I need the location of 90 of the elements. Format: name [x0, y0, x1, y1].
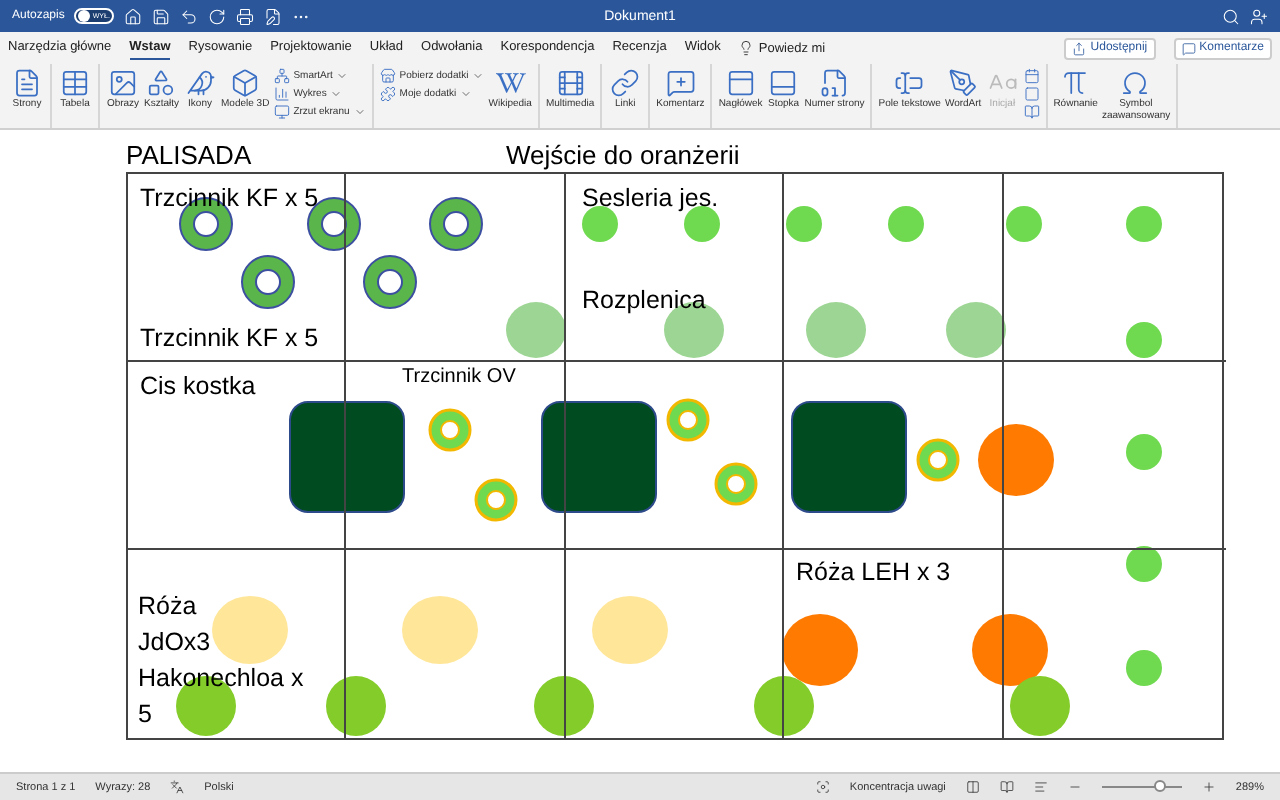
plant-dot [1126, 322, 1162, 358]
proofing-icon [170, 780, 185, 794]
heading-text: Wejście do oranżerii [506, 140, 742, 172]
print-icon [236, 7, 255, 25]
plant-circle [506, 302, 566, 358]
comment-icon [1181, 41, 1196, 55]
plant-dot [1126, 546, 1162, 582]
cell-text: JdOx3 [138, 625, 211, 660]
plant-circle [978, 424, 1054, 496]
text-box-icon [894, 68, 925, 98]
shrub-square [791, 401, 907, 513]
search-icon [1222, 7, 1240, 25]
shapes-icon [146, 68, 177, 98]
cell-text: Trzcinnik OV [402, 364, 516, 391]
zoom-slider-thumb[interactable] [1153, 780, 1166, 793]
plant-dot [582, 206, 618, 242]
cell-text: Róża [138, 590, 197, 624]
ring-marker [666, 398, 710, 442]
cube-icon [230, 68, 261, 98]
shrub-square [541, 401, 657, 513]
picture-icon [108, 68, 138, 98]
cell-text: Rozplenica [582, 283, 706, 318]
plant-dot [1126, 206, 1162, 242]
undo-icon [180, 7, 199, 25]
ring-marker [714, 462, 758, 506]
pen-icon [948, 68, 979, 98]
share-icon [1072, 41, 1087, 55]
shrub-square [289, 401, 405, 513]
wikipedia-icon [495, 68, 526, 98]
ring-marker [428, 408, 472, 452]
plant-circle [1010, 676, 1070, 736]
ring-marker [363, 255, 417, 309]
ring-marker [429, 197, 483, 251]
bird-icon [185, 68, 216, 98]
ring-marker [474, 478, 518, 522]
footer-icon [768, 68, 799, 98]
smartart-icon [273, 68, 290, 84]
plant-circle [972, 614, 1048, 686]
ring-marker [241, 255, 295, 309]
plant-circle [946, 302, 1006, 358]
plant-circle [402, 596, 478, 664]
media-icon [555, 68, 586, 98]
omega-icon [1120, 68, 1151, 98]
heading-text: PALISADA [126, 140, 254, 172]
puzzle-icon [379, 86, 396, 102]
date-icon [1023, 68, 1040, 84]
plant-dot [888, 206, 924, 242]
plant-dot [1126, 434, 1162, 470]
plant-circle [212, 596, 288, 664]
ring-marker [916, 438, 960, 482]
document-icon [1023, 104, 1040, 120]
home-icon [124, 7, 143, 25]
object-icon [1023, 86, 1040, 102]
zoom-out-icon [1067, 780, 1082, 794]
screenshot-icon [273, 104, 290, 120]
add-person-icon [1250, 7, 1268, 25]
cell-text: Róża LEH x 3 [796, 556, 951, 590]
plant-circle [806, 302, 866, 358]
pi-icon [1060, 68, 1091, 98]
plant-circle [782, 614, 858, 686]
outline-icon [1033, 780, 1048, 794]
cell-text: Sesleria jes. [582, 182, 719, 216]
plant-dot [786, 206, 822, 242]
page-number-icon [819, 68, 850, 98]
cell-text: Trzcinnik KF x 5 [140, 182, 319, 216]
cell-text: Trzcinnik KF x 5 [140, 322, 319, 356]
chart-icon [273, 86, 290, 102]
redo-icon [208, 7, 227, 25]
page-icon [12, 68, 42, 98]
read-mode-icon [999, 780, 1014, 794]
print-layout-icon [965, 780, 980, 794]
link-icon [610, 68, 641, 98]
lightbulb-icon [738, 40, 755, 56]
cell-text: 5 [138, 697, 152, 731]
comment-icon [665, 68, 696, 98]
edit-file-icon [264, 7, 283, 25]
plant-circle [534, 676, 594, 736]
plant-dot [1126, 650, 1162, 686]
zoom-in-icon [1201, 780, 1216, 794]
save-icon [152, 7, 171, 25]
plant-circle [326, 676, 386, 736]
cell-text: Hakonechloa x [138, 661, 304, 696]
plant-circle [754, 676, 814, 736]
cell-text: Cis kostka [140, 370, 256, 404]
table-icon [60, 68, 90, 98]
plant-circle [592, 596, 668, 664]
plant-dot [1006, 206, 1042, 242]
store-icon [379, 68, 396, 84]
focus-icon [815, 780, 830, 794]
header-icon [725, 68, 756, 98]
